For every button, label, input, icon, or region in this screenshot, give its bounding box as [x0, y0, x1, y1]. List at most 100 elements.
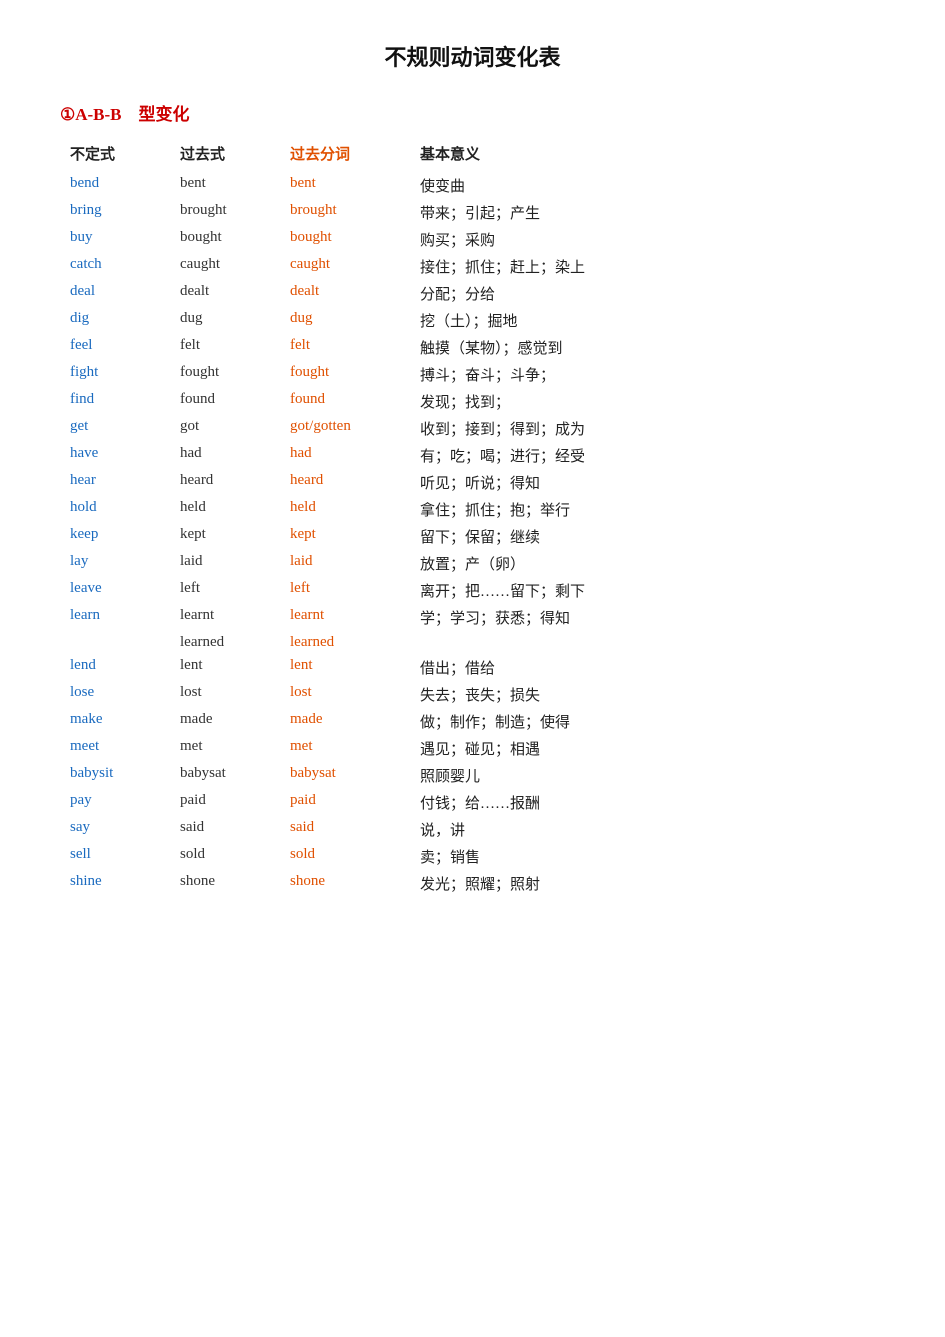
table-row: sellsoldsold卖；销售	[60, 843, 885, 870]
cell-infinitive: hold	[60, 496, 170, 523]
cell-infinitive: make	[60, 708, 170, 735]
cell-past: laid	[170, 550, 280, 577]
table-row: findfoundfound发现；找到；	[60, 388, 885, 415]
table-row: meetmetmet遇见；碰见；相遇	[60, 735, 885, 762]
cell-participle: felt	[280, 334, 410, 361]
cell-infinitive: feel	[60, 334, 170, 361]
cell-infinitive: babysit	[60, 762, 170, 789]
cell-meaning: 搏斗；奋斗；斗争；	[410, 361, 885, 388]
cell-participle: paid	[280, 789, 410, 816]
cell-infinitive: leave	[60, 577, 170, 604]
cell-meaning: 拿住；抓住；抱；举行	[410, 496, 885, 523]
table-row: saysaidsaid说，讲	[60, 816, 885, 843]
cell-meaning: 放置；产（卵）	[410, 550, 885, 577]
cell-past: learnt	[170, 604, 280, 631]
cell-past: made	[170, 708, 280, 735]
cell-infinitive: pay	[60, 789, 170, 816]
table-row: havehadhad有；吃；喝；进行；经受	[60, 442, 885, 469]
cell-meaning: 学；学习；获悉；得知	[410, 604, 885, 631]
cell-infinitive: say	[60, 816, 170, 843]
cell-participle: fought	[280, 361, 410, 388]
cell-meaning: 带来；引起；产生	[410, 199, 885, 226]
cell-participle: heard	[280, 469, 410, 496]
cell-infinitive: dig	[60, 307, 170, 334]
cell-infinitive: buy	[60, 226, 170, 253]
cell-meaning: 购买；采购	[410, 226, 885, 253]
table-row: keepkeptkept留下；保留；继续	[60, 523, 885, 550]
cell-participle: made	[280, 708, 410, 735]
cell-infinitive	[60, 631, 170, 654]
table-row: lendlentlent借出；借给	[60, 654, 885, 681]
cell-participle: lost	[280, 681, 410, 708]
cell-infinitive: lend	[60, 654, 170, 681]
table-row: buyboughtbought购买；采购	[60, 226, 885, 253]
cell-meaning: 分配；分给	[410, 280, 885, 307]
table-row: learnedlearned	[60, 631, 885, 654]
cell-meaning: 留下；保留；继续	[410, 523, 885, 550]
cell-past: bent	[170, 172, 280, 199]
header-infinitive: 不定式	[60, 139, 170, 172]
cell-meaning: 听见；听说；得知	[410, 469, 885, 496]
table-body: bendbentbent使变曲bringbroughtbrought带来；引起；…	[60, 172, 885, 897]
cell-infinitive: have	[60, 442, 170, 469]
cell-past: fought	[170, 361, 280, 388]
cell-meaning: 挖（土）；掘地	[410, 307, 885, 334]
cell-participle: sold	[280, 843, 410, 870]
cell-meaning: 说，讲	[410, 816, 885, 843]
cell-participle: laid	[280, 550, 410, 577]
cell-past: caught	[170, 253, 280, 280]
cell-participle: learnt	[280, 604, 410, 631]
cell-participle: lent	[280, 654, 410, 681]
table-row: bringbroughtbrought带来；引起；产生	[60, 199, 885, 226]
cell-meaning: 发光；照耀；照射	[410, 870, 885, 897]
cell-past: bought	[170, 226, 280, 253]
cell-meaning: 使变曲	[410, 172, 885, 199]
table-row: makemademade做；制作；制造；使得	[60, 708, 885, 735]
cell-meaning: 触摸（某物）；感觉到	[410, 334, 885, 361]
cell-past: held	[170, 496, 280, 523]
cell-participle: bought	[280, 226, 410, 253]
cell-infinitive: lose	[60, 681, 170, 708]
cell-participle: met	[280, 735, 410, 762]
verb-table: 不定式 过去式 过去分词 基本意义 bendbentbent使变曲bringbr…	[60, 139, 885, 897]
cell-participle: bent	[280, 172, 410, 199]
cell-meaning: 付钱；给……报酬	[410, 789, 885, 816]
cell-past: babysat	[170, 762, 280, 789]
cell-past: got	[170, 415, 280, 442]
cell-infinitive: fight	[60, 361, 170, 388]
cell-infinitive: keep	[60, 523, 170, 550]
cell-participle: said	[280, 816, 410, 843]
table-row: holdheldheld拿住；抓住；抱；举行	[60, 496, 885, 523]
cell-meaning: 借出；借给	[410, 654, 885, 681]
cell-past: said	[170, 816, 280, 843]
cell-infinitive: lay	[60, 550, 170, 577]
header-meaning: 基本意义	[410, 139, 885, 172]
cell-meaning: 离开；把……留下；剩下	[410, 577, 885, 604]
cell-past: lost	[170, 681, 280, 708]
cell-past: had	[170, 442, 280, 469]
cell-meaning: 做；制作；制造；使得	[410, 708, 885, 735]
cell-past: found	[170, 388, 280, 415]
cell-participle: held	[280, 496, 410, 523]
cell-meaning	[410, 631, 885, 654]
cell-past: felt	[170, 334, 280, 361]
cell-participle: dug	[280, 307, 410, 334]
cell-meaning: 发现；找到；	[410, 388, 885, 415]
table-row: laylaidlaid放置；产（卵）	[60, 550, 885, 577]
table-row: catchcaughtcaught接住；抓住；赶上；染上	[60, 253, 885, 280]
table-row: fightfoughtfought搏斗；奋斗；斗争；	[60, 361, 885, 388]
cell-past: heard	[170, 469, 280, 496]
cell-past: dealt	[170, 280, 280, 307]
cell-participle: found	[280, 388, 410, 415]
cell-participle: dealt	[280, 280, 410, 307]
cell-past: brought	[170, 199, 280, 226]
cell-past: paid	[170, 789, 280, 816]
cell-participle: kept	[280, 523, 410, 550]
cell-meaning: 遇见；碰见；相遇	[410, 735, 885, 762]
cell-infinitive: catch	[60, 253, 170, 280]
cell-infinitive: bring	[60, 199, 170, 226]
header-past: 过去式	[170, 139, 280, 172]
table-row: digdugdug挖（土）；掘地	[60, 307, 885, 334]
cell-participle: babysat	[280, 762, 410, 789]
cell-infinitive: deal	[60, 280, 170, 307]
